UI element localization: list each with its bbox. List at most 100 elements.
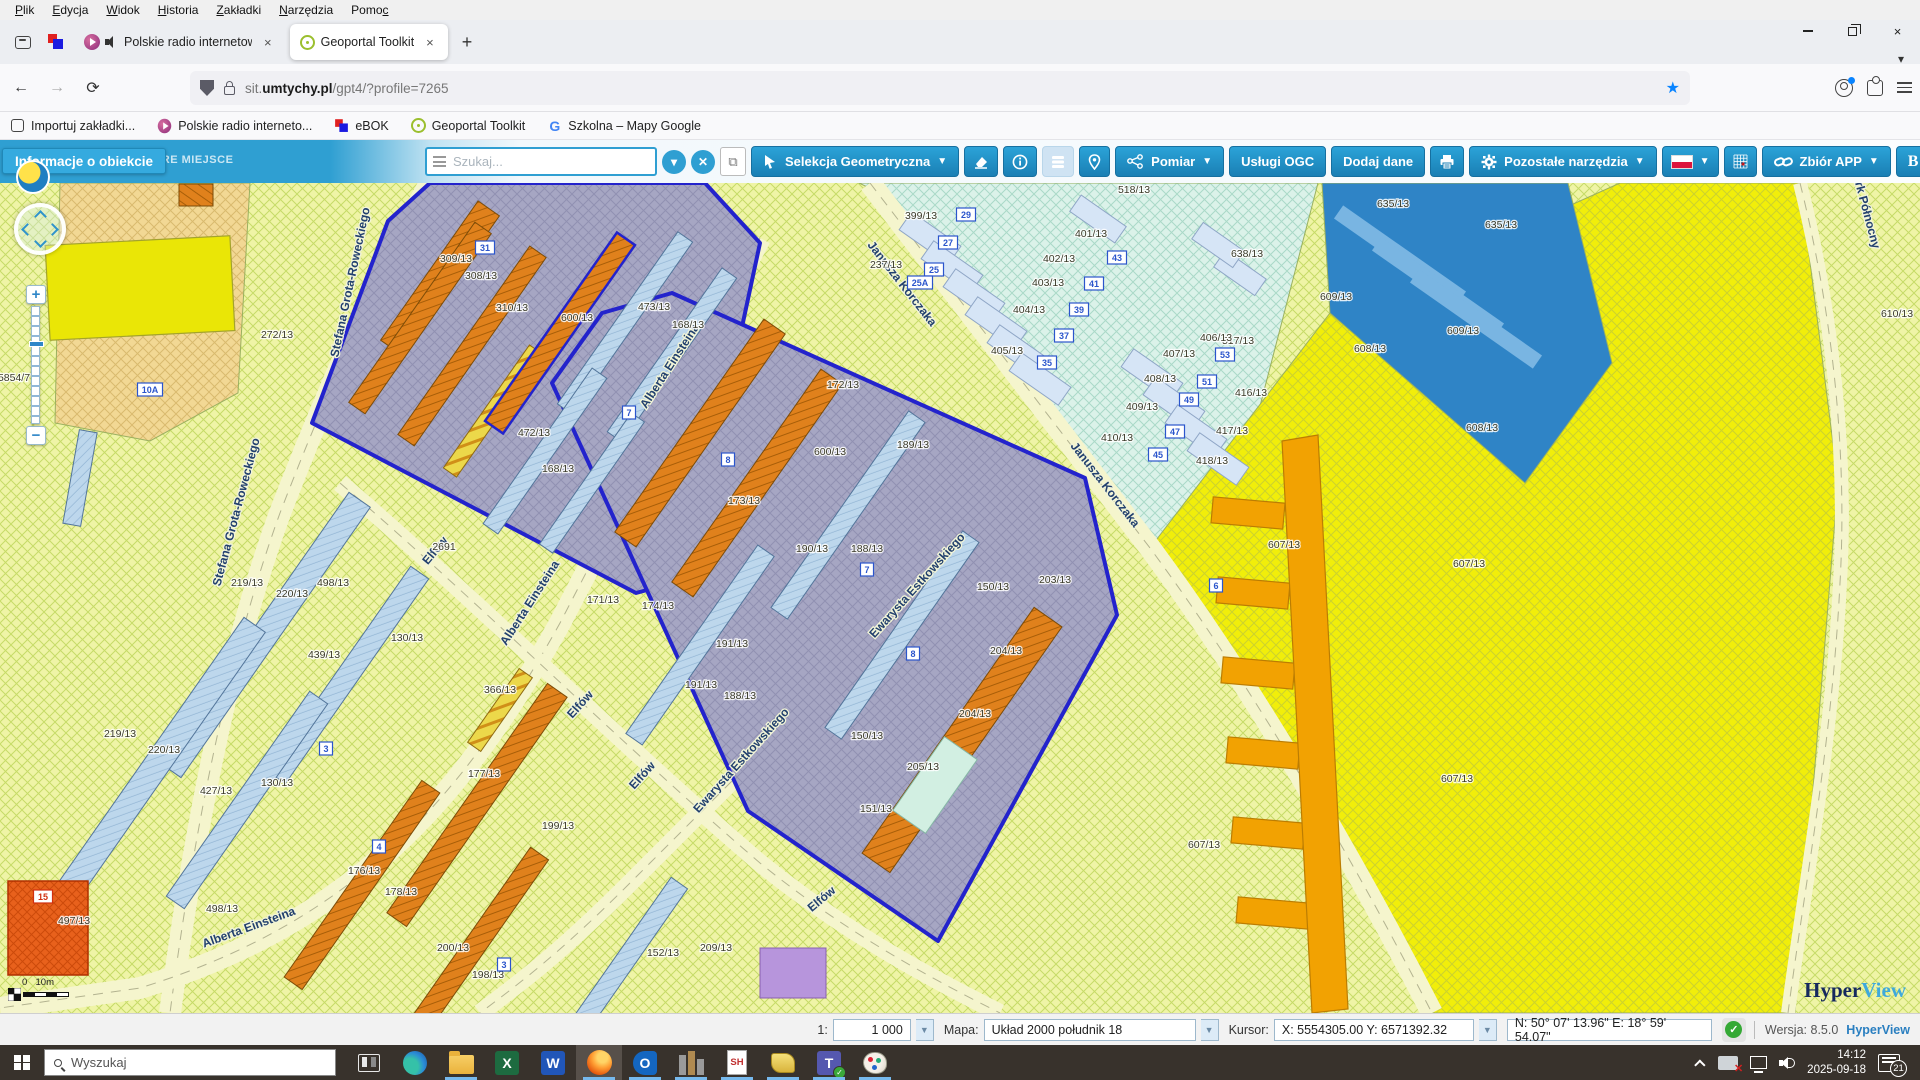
back-button[interactable]: ← [6, 73, 36, 103]
taskbar-app-task-view[interactable] [346, 1045, 392, 1080]
zoom-handle[interactable] [29, 341, 44, 347]
taskbar-clock[interactable]: 14:12 2025-09-18 [1807, 1048, 1866, 1077]
add-bookmark-page-button[interactable]: ⧉ [720, 147, 746, 176]
tab-close-icon[interactable]: × [422, 33, 438, 52]
window-restore-button[interactable] [1830, 20, 1875, 42]
bookmark-star-icon[interactable]: ★ [1666, 78, 1680, 98]
taskbar-app-paint[interactable] [852, 1045, 898, 1080]
toolbar-button-layers [1042, 146, 1074, 177]
menu-item-narzędzia[interactable]: Narzędzia [270, 1, 342, 19]
toolbar-button-eraser[interactable] [964, 146, 998, 177]
account-icon[interactable] [1835, 79, 1853, 97]
building[interactable] [1221, 657, 1295, 689]
window-close-button[interactable]: × [1875, 20, 1920, 42]
building[interactable] [179, 184, 213, 206]
building[interactable] [1231, 817, 1305, 849]
taskbar-app-firefox[interactable] [576, 1045, 622, 1080]
search-input[interactable]: Szukaj... [425, 147, 657, 176]
toolbar-button-zbior-app[interactable]: Zbiór APP▼ [1762, 146, 1891, 177]
compass-control[interactable] [14, 203, 66, 255]
taskbar-app-outlook[interactable]: O [622, 1045, 668, 1080]
toolbar-button-grid[interactable] [1724, 146, 1757, 177]
taskbar-app-teams[interactable]: T✓ [806, 1045, 852, 1080]
menu-item-zakładki[interactable]: Zakładki [207, 1, 270, 19]
tab-radio[interactable]: Polskie radio internetowe, r × [74, 24, 286, 60]
bookmark-1[interactable]: Polskie radio interneto... [157, 118, 312, 133]
window-minimize-button[interactable] [1785, 20, 1830, 42]
map-crs-select[interactable]: Układ 2000 południk 18 [984, 1019, 1196, 1041]
search-expand-button[interactable]: ▾ [662, 150, 686, 174]
toolbar-button-info[interactable] [1003, 146, 1037, 177]
tray-expand-icon[interactable] [1694, 1059, 1705, 1070]
taskbar-app-edge[interactable] [392, 1045, 438, 1080]
device-error-icon[interactable] [1718, 1056, 1738, 1070]
toolbar-button-language[interactable]: ▼ [1662, 146, 1719, 177]
menu-item-widok[interactable]: Widok [97, 1, 148, 19]
taskbar-app-script[interactable] [760, 1045, 806, 1080]
network-icon[interactable] [1750, 1056, 1767, 1069]
search-menu-icon[interactable] [433, 154, 446, 170]
notifications-icon[interactable]: 21 [1878, 1054, 1900, 1072]
reload-button[interactable]: ⟳ [78, 73, 108, 103]
building[interactable] [1216, 577, 1290, 609]
extensions-icon[interactable] [1867, 80, 1883, 96]
toolbar-button-bip[interactable]: B [1896, 146, 1920, 177]
menu-item-plik[interactable]: Plik [6, 1, 43, 19]
taskbar-app-word[interactable]: W [530, 1045, 576, 1080]
menu-item-pomoc[interactable]: Pomoc [342, 1, 397, 19]
list-icon [1051, 155, 1065, 169]
parcel-label: 171/13 [587, 594, 619, 606]
bookmark-0[interactable]: Importuj zakładki... [10, 118, 135, 133]
building[interactable] [1236, 897, 1310, 929]
taskbar-app-excel[interactable]: X [484, 1045, 530, 1080]
nav-bar: ← → ⟳ sit.umtychy.pl/gpt4/?profile=7265 … [0, 64, 1920, 112]
tab-close-icon[interactable]: × [260, 33, 276, 52]
taskbar-app-sh-doc[interactable]: SH [714, 1045, 760, 1080]
zoom-out-button[interactable]: − [26, 426, 46, 445]
taskbar-app-building-app[interactable] [668, 1045, 714, 1080]
building[interactable] [1211, 497, 1285, 529]
zoom-track[interactable] [31, 306, 40, 424]
shield-icon[interactable] [200, 80, 214, 96]
volume-icon[interactable] [1779, 1056, 1795, 1070]
zoom-in-button[interactable]: + [26, 285, 46, 304]
forward-button[interactable]: → [42, 73, 72, 103]
cursor-dropdown-icon[interactable]: ▼ [1479, 1019, 1497, 1041]
zoom-slider[interactable]: + − [26, 285, 48, 445]
toolbar-button-selekcja[interactable]: Selekcja Geometryczna▼ [751, 146, 959, 177]
parcel-label: 188/13 [851, 543, 883, 555]
crs-dropdown-icon[interactable]: ▼ [1201, 1019, 1219, 1041]
map-canvas[interactable]: Stefana Grota-RoweckiegoStefana Grota-Ro… [0, 183, 1920, 1013]
pan-up-icon[interactable] [34, 210, 47, 223]
ebok-pinned-icon[interactable] [48, 34, 64, 50]
taskbar-app-explorer[interactable] [438, 1045, 484, 1080]
new-tab-button[interactable]: + [450, 30, 485, 55]
url-bar[interactable]: sit.umtychy.pl/gpt4/?profile=7265 ★ [190, 71, 1690, 105]
toolbar-button-dodaj-dane[interactable]: Dodaj dane [1331, 146, 1425, 177]
scale-dropdown-icon[interactable]: ▼ [916, 1019, 934, 1041]
toolbar-button-print[interactable] [1430, 146, 1464, 177]
bookmark-3[interactable]: Geoportal Toolkit [411, 118, 526, 133]
parcel-label: 403/13 [1032, 277, 1064, 289]
bookmark-2[interactable]: eBOK [334, 118, 388, 133]
start-button[interactable] [0, 1045, 44, 1080]
address-number: 53 [1220, 350, 1230, 360]
taskbar-search-input[interactable]: Wyszukaj [44, 1049, 336, 1076]
menu-item-edycja[interactable]: Edycja [43, 1, 97, 19]
menu-hamburger-icon[interactable] [1897, 79, 1912, 96]
toolbar-button-uslugi-ogc[interactable]: Usługi OGC [1229, 146, 1326, 177]
menu-item-historia[interactable]: Historia [149, 1, 208, 19]
tab-geoportal[interactable]: Geoportal Toolkit × [290, 24, 448, 60]
toolbar-button-locate[interactable] [1079, 146, 1110, 177]
toolbar-button-pomiar[interactable]: Pomiar▼ [1115, 146, 1224, 177]
tychy-logo[interactable] [16, 160, 50, 194]
lock-icon[interactable] [224, 86, 235, 95]
bookmark-4[interactable]: GSzkolna – Mapy Google [547, 118, 701, 133]
building[interactable] [45, 236, 235, 341]
search-clear-button[interactable]: ✕ [691, 150, 715, 174]
scale-input[interactable]: 1 000 [833, 1019, 911, 1041]
map-svg[interactable]: Stefana Grota-RoweckiegoStefana Grota-Ro… [0, 183, 1920, 1013]
toolbar-button-pozostale[interactable]: Pozostałe narzędzia▼ [1469, 146, 1656, 177]
building[interactable] [1226, 737, 1300, 769]
toolbox-icon[interactable] [8, 27, 38, 57]
